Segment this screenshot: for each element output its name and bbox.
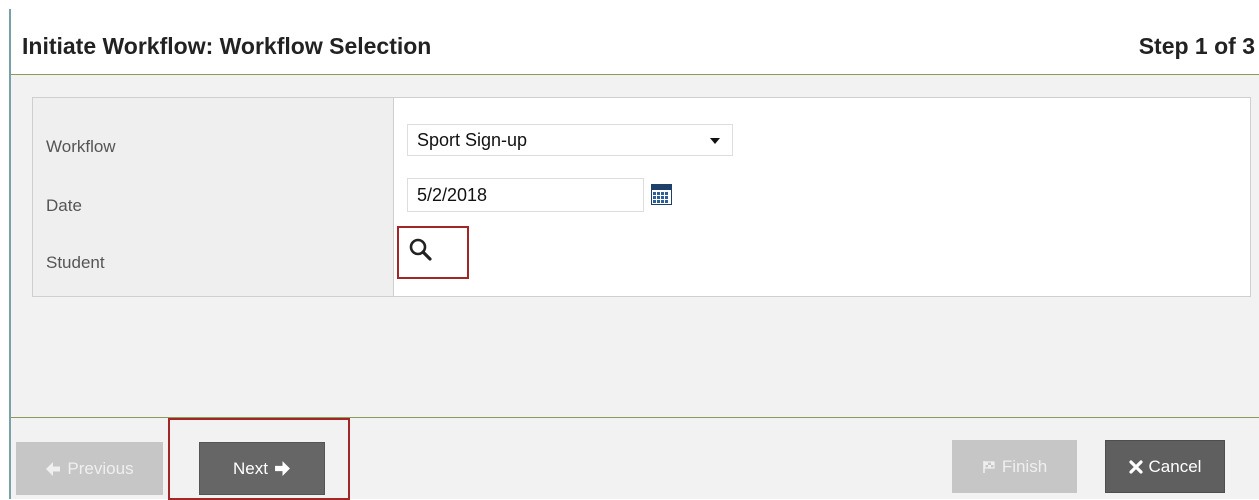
student-search-button[interactable] [407, 236, 435, 264]
next-button[interactable]: Next [199, 442, 325, 495]
dialog-title: Initiate Workflow: Workflow Selection [22, 33, 432, 59]
chevron-down-icon [710, 138, 720, 144]
previous-button[interactable]: Previous [16, 442, 163, 495]
close-icon [1128, 459, 1143, 474]
student-label: Student [46, 253, 105, 272]
step-indicator: Step 1 of 3 [1138, 33, 1255, 59]
cancel-label: Cancel [1148, 456, 1202, 476]
workflow-label: Workflow [46, 137, 116, 156]
next-label: Next [233, 458, 268, 478]
cancel-button[interactable]: Cancel [1105, 440, 1225, 493]
date-label: Date [46, 196, 82, 215]
arrow-right-icon [274, 460, 291, 477]
search-icon [409, 238, 432, 261]
calendar-icon[interactable] [651, 184, 672, 205]
previous-label: Previous [67, 458, 134, 478]
date-input[interactable] [407, 178, 644, 212]
finish-label: Finish [1001, 456, 1048, 476]
label-column: Workflow Date Student [33, 98, 394, 296]
arrow-left-icon [45, 461, 61, 477]
dialog-footer: Previous Next Finish Cancel [11, 417, 1259, 500]
form-panel: Workflow Date Student Sport Sign-up [32, 97, 1251, 297]
finish-button[interactable]: Finish [952, 440, 1077, 493]
flag-icon [982, 460, 996, 474]
dialog-header: Initiate Workflow: Workflow Selection St… [11, 9, 1259, 75]
workflow-select-value: Sport Sign-up [417, 130, 528, 150]
workflow-select[interactable]: Sport Sign-up [407, 124, 733, 156]
workflow-dialog: Initiate Workflow: Workflow Selection St… [9, 9, 1259, 500]
